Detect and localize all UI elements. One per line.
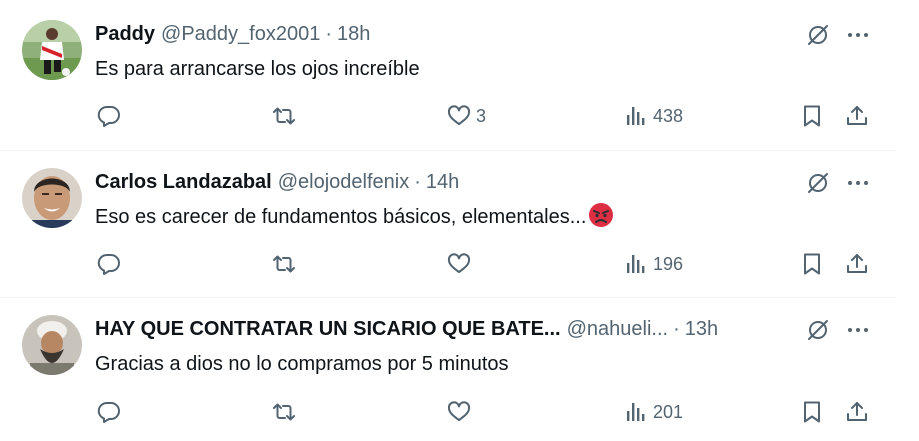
bookmark-button[interactable] (799, 249, 825, 279)
retweet-button[interactable] (271, 397, 297, 427)
share-icon (847, 106, 867, 125)
share-icon (847, 402, 867, 421)
tweet-text-content: Eso es carecer de fundamentos básicos, e… (95, 206, 587, 228)
retweet-icon (273, 255, 295, 273)
tweet-actions: 3 438 (0, 101, 896, 131)
more-options-icon[interactable] (845, 317, 871, 343)
tweet-text: Gracias a dios no lo compramos por 5 min… (95, 353, 509, 375)
like-button[interactable] (446, 397, 472, 427)
tweet[interactable]: Paddy @Paddy_fox2001 · 18h Es para arran… (0, 0, 896, 150)
like-button[interactable] (446, 249, 472, 279)
reply-button[interactable] (96, 249, 122, 279)
more-options-icon[interactable] (845, 22, 871, 48)
user-handle[interactable]: @Paddy_fox2001 (161, 21, 320, 47)
avatar[interactable] (22, 315, 82, 375)
like-count: 3 (476, 105, 487, 126)
timestamp[interactable]: 13h (685, 316, 718, 342)
views-button[interactable]: 196 (623, 249, 683, 279)
views-button[interactable]: 201 (623, 397, 683, 427)
heart-icon (447, 253, 471, 273)
user-handle[interactable]: @elojodelfenix (278, 169, 410, 195)
avatar[interactable] (22, 168, 82, 228)
tweet-actions: 201 (0, 397, 896, 427)
tweet-header: Paddy @Paddy_fox2001 · 18h (95, 21, 791, 47)
view-count: 196 (653, 253, 684, 274)
reply-feed: Paddy @Paddy_fox2001 · 18h Es para arran… (0, 0, 919, 441)
retweet-icon (273, 403, 295, 421)
separator: · (325, 23, 333, 45)
bookmark-button[interactable] (799, 397, 825, 427)
share-button[interactable] (844, 249, 870, 279)
separator: · (673, 318, 680, 340)
display-name[interactable]: Carlos Landazabal (95, 169, 272, 195)
retweet-button[interactable] (271, 101, 297, 131)
timestamp[interactable]: 14h (426, 169, 459, 195)
timestamp[interactable]: 18h (337, 21, 370, 47)
reply-button[interactable] (96, 101, 122, 131)
share-button[interactable] (844, 101, 870, 131)
avatar[interactable] (22, 20, 82, 80)
more-options-icon[interactable] (845, 170, 871, 196)
angry-face-icon (589, 203, 614, 227)
view-count: 201 (653, 401, 684, 422)
display-name[interactable]: HAY QUE CONTRATAR UN SICARIO QUE BATE... (95, 316, 561, 342)
views-chart-icon (627, 403, 645, 421)
display-name[interactable]: Paddy (95, 21, 155, 47)
views-button[interactable]: 438 (623, 101, 683, 131)
separator: · (414, 171, 421, 193)
share-button[interactable] (844, 397, 870, 427)
heart-icon (447, 401, 471, 421)
tweet-actions: 196 (0, 249, 896, 279)
grok-icon[interactable] (805, 22, 831, 48)
user-handle[interactable]: @nahueli... (567, 316, 668, 342)
bookmark-button[interactable] (799, 101, 825, 131)
retweet-icon (273, 107, 295, 125)
views-chart-icon (627, 107, 645, 125)
retweet-button[interactable] (271, 249, 297, 279)
heart-icon (447, 105, 471, 125)
grok-icon[interactable] (805, 317, 831, 343)
tweet[interactable]: HAY QUE CONTRATAR UN SICARIO QUE BATE...… (0, 298, 896, 441)
bookmark-icon (804, 401, 820, 423)
views-chart-icon (627, 255, 645, 273)
reply-icon (97, 105, 120, 127)
view-count: 438 (653, 105, 684, 126)
like-button[interactable]: 3 (446, 101, 486, 131)
bookmark-icon (804, 253, 820, 275)
tweet-header: Carlos Landazabal @elojodelfenix · 14h (95, 169, 791, 195)
reply-button[interactable] (96, 397, 122, 427)
bookmark-icon (804, 105, 820, 127)
reply-icon (97, 401, 120, 423)
tweet[interactable]: Carlos Landazabal @elojodelfenix · 14h E… (0, 151, 896, 297)
tweet-text: Es para arrancarse los ojos increíble (95, 58, 420, 80)
tweet-text: Eso es carecer de fundamentos básicos, e… (95, 202, 614, 231)
reply-icon (97, 253, 120, 275)
share-icon (847, 254, 867, 273)
grok-icon[interactable] (805, 170, 831, 196)
tweet-header: HAY QUE CONTRATAR UN SICARIO QUE BATE...… (95, 316, 791, 342)
